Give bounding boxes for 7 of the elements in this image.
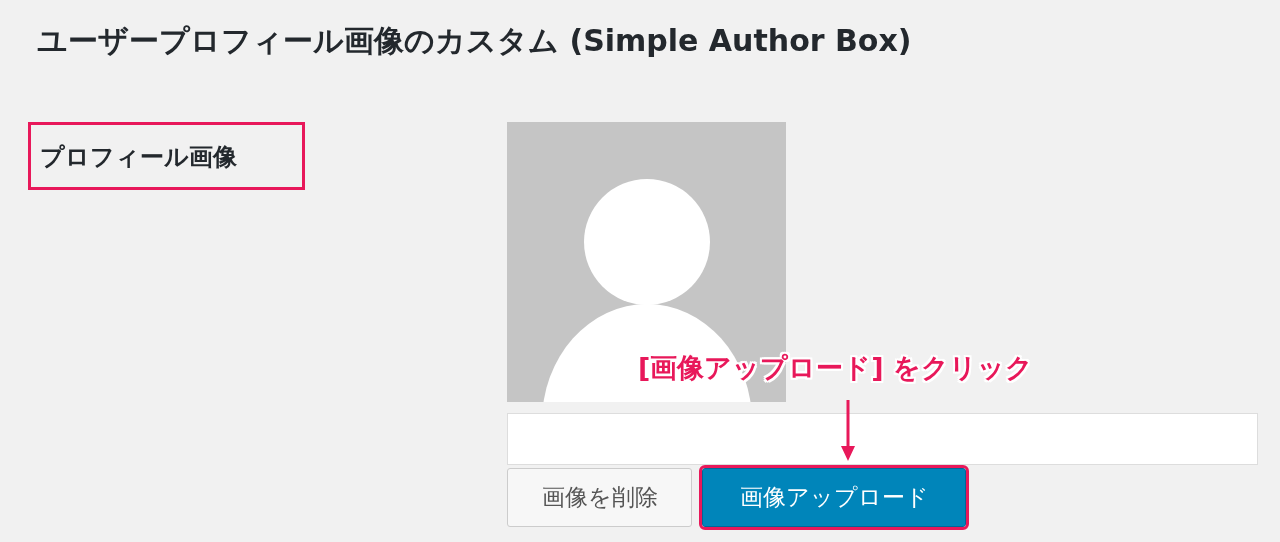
field-label: プロフィール画像 — [28, 122, 305, 190]
annotation-arrow — [840, 400, 856, 462]
section-title: ユーザープロフィール画像のカスタム (Simple Author Box) — [37, 22, 912, 60]
annotation-text: [画像アップロード] をクリック — [638, 351, 1034, 385]
url-field[interactable] — [507, 413, 1258, 465]
remove-image-button[interactable]: 画像を削除 — [507, 468, 692, 527]
upload-image-button[interactable]: 画像アップロード — [702, 468, 966, 527]
